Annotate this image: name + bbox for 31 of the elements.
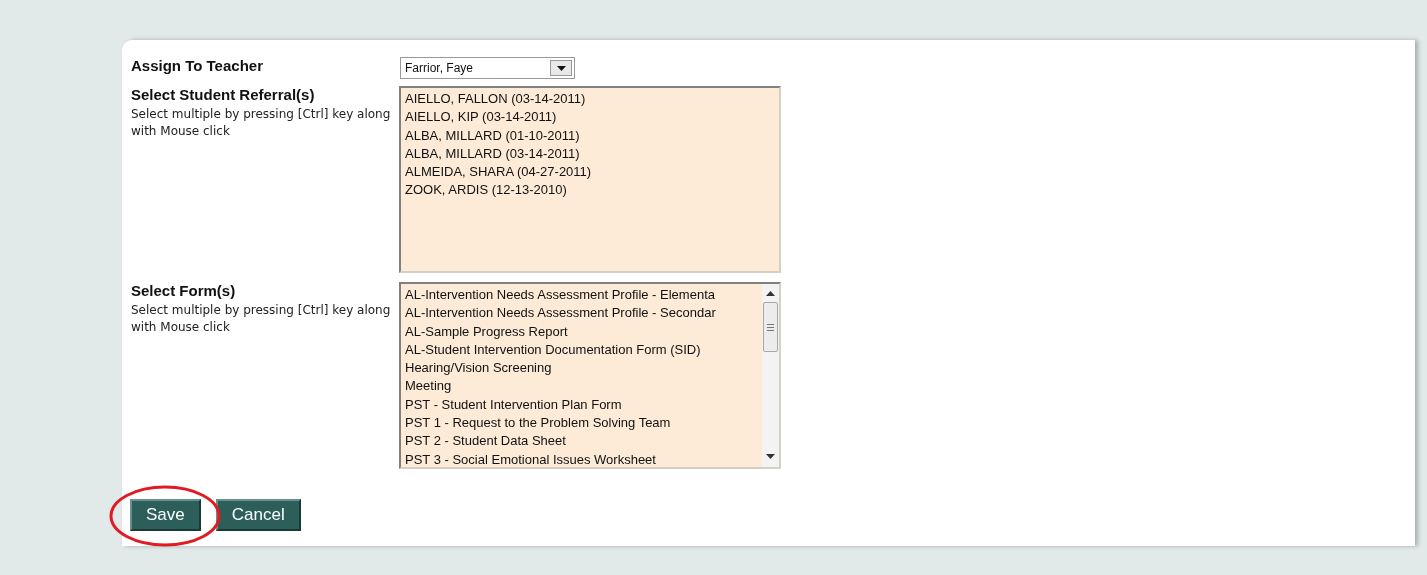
list-option[interactable]: AL-Intervention Needs Assessment Profile - Secondar (405, 304, 762, 323)
list-option[interactable]: AL-Intervention Needs Assessment Profile - Elementa (405, 286, 762, 305)
list-option[interactable]: ZOOK, ARDIS (12-13-2010) (405, 181, 779, 200)
save-button[interactable]: Save (130, 499, 201, 531)
field-label: Assign To Teacher (131, 57, 264, 75)
cancel-button[interactable]: Cancel (215, 499, 301, 531)
list-option[interactable]: AIELLO, KIP (03-14-2011) (405, 108, 779, 127)
list-option[interactable]: ALBA, MILLARD (01-10-2011) (405, 126, 779, 145)
scroll-thumb[interactable] (763, 302, 778, 352)
list-option[interactable]: PST 2 - Student Data Sheet (405, 432, 762, 451)
dropdown-arrow-icon (556, 65, 566, 71)
scroll-up-icon[interactable] (766, 291, 775, 296)
list-option[interactable]: Meeting (405, 377, 762, 396)
list-option[interactable]: PST 3 - Social Emotional Issues Worksheet (405, 450, 762, 467)
field-label: Select Form(s) (131, 282, 237, 300)
hint-text: Select multiple by pressing [Ctrl] key along with Mouse click (131, 106, 392, 140)
list-box[interactable]: AIELLO, FALLON (03-14-2011) AIELLO, KIP (03-14-2011) ALBA, MILLARD (01-10-2011) ALBA, MILLARD (03-14-2011) ALMEIDA, SHARA (04-27-2011) ZOOK, ARDIS (12-13-2010) (399, 86, 781, 273)
list-option[interactable]: Hearing/Vision Screening (405, 359, 762, 378)
scroll-bar[interactable] (762, 284, 779, 467)
list-box[interactable] (399, 282, 781, 469)
list-option[interactable]: AL-Student Intervention Documentation Form (SID) (405, 340, 762, 360)
scroll-down-icon[interactable] (766, 454, 775, 459)
list-option[interactable]: ALBA, MILLARD (03-14-2011) (405, 144, 779, 164)
hint-text: Select multiple by pressing [Ctrl] key along with Mouse click (131, 302, 392, 336)
list-option[interactable]: AIELLO, FALLON (03-14-2011) (405, 90, 779, 109)
field-label: Select Student Referral(s) (131, 86, 316, 104)
teacher-dropdown[interactable]: Farrior, Faye (400, 57, 575, 79)
list-option[interactable]: PST - Student Intervention Plan Form (405, 395, 762, 415)
list-option[interactable]: AL-Sample Progress Report (405, 322, 762, 341)
list-option[interactable]: PST 1 - Request to the Problem Solving Team (405, 414, 762, 433)
list-option[interactable]: ALMEIDA, SHARA (04-27-2011) (405, 163, 779, 182)
